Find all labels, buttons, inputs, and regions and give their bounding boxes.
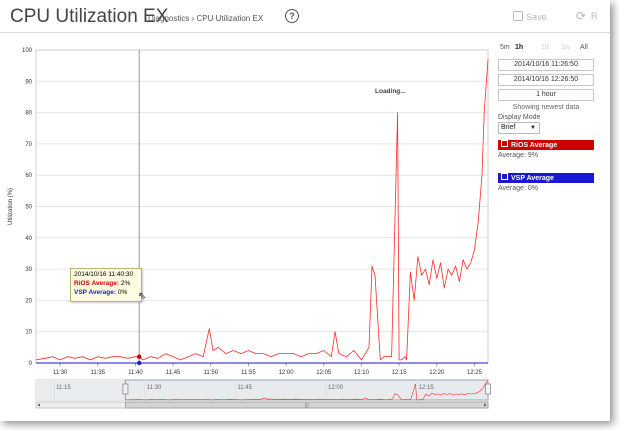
navigator-handle — [122, 383, 129, 395]
data-tooltip: 2014/10/16 11:40:30 RiOS Average: 2% VSP… — [70, 268, 142, 302]
range-5m[interactable]: 5m — [500, 44, 510, 51]
x-tick-label: 11:30 — [53, 370, 68, 376]
series-line-rios — [35, 59, 489, 361]
floppy-disk-icon — [513, 11, 523, 21]
y-tick-label: 0 — [29, 361, 33, 367]
cpu-chart[interactable]: 0 10 20 30 40 50 60 70 80 90 100 Utilization (%) 11:… — [0, 33, 492, 421]
save-button[interactable]: Save — [513, 11, 547, 22]
rios-average: Average: 9% — [498, 152, 538, 159]
x-tick-label: 11:40 — [128, 370, 143, 376]
x-tick-label: 12:05 — [316, 370, 332, 376]
x-tick-label: 11:50 — [203, 370, 218, 376]
tooltip-vsp-value: 0% — [117, 289, 128, 296]
save-label: Save — [526, 12, 547, 22]
refresh-icon[interactable]: ⟳ — [576, 9, 586, 23]
x-tick-label: 11:35 — [90, 370, 105, 376]
x-tick-label: 12:00 — [279, 370, 295, 376]
tooltip-rios-value: 2% — [120, 280, 131, 287]
loading-indicator: Loading... — [375, 88, 406, 95]
page-header: CPU Utilization EX Diagnostics › CPU Uti… — [0, 0, 610, 33]
navigator-handle — [485, 383, 491, 395]
mouse-pointer-icon: ⇖ — [138, 291, 147, 302]
y-tick-label: 60 — [25, 173, 32, 179]
checkbox-icon — [501, 173, 508, 180]
range-1h[interactable]: 1h — [515, 44, 523, 51]
duration-field[interactable]: 1 hour — [498, 89, 594, 101]
page-title: CPU Utilization EX — [10, 6, 169, 27]
x-tick-label: 12:20 — [429, 370, 445, 376]
data-note: Showing newest data — [512, 104, 580, 111]
display-mode-label: Display Mode — [498, 114, 541, 121]
navigator-tick-label: 11:15 — [56, 385, 71, 391]
y-tick-label: 100 — [22, 48, 33, 54]
y-tick-label: 10 — [25, 330, 32, 336]
y-tick-label: 40 — [25, 236, 32, 242]
legend-rios-label: RiOS Average — [511, 142, 558, 149]
x-tick-label: 11:55 — [241, 370, 256, 376]
marker-vsp — [137, 360, 142, 366]
y-axis-label: Utilization (%) — [8, 188, 14, 225]
navigator-tick-label: 12:15 — [419, 385, 435, 391]
y-tick-label: 70 — [25, 142, 32, 148]
y-tick-label: 80 — [25, 111, 32, 117]
navigator-outside-mask — [36, 380, 126, 400]
marker-rios — [137, 354, 142, 359]
scrollbar-grip: ||| — [305, 403, 309, 409]
refresh-label: R — [591, 11, 598, 21]
navigator-tick-label: 11:30 — [147, 385, 162, 391]
checkbox-icon — [501, 140, 508, 147]
legend-vsp[interactable]: VSP Average — [498, 173, 594, 183]
chevron-down-icon: ▼ — [530, 125, 536, 131]
start-time-field[interactable]: 2014/10/16 11:26:50 — [498, 59, 594, 71]
range-1w[interactable]: 1w — [561, 44, 570, 51]
app-window: CPU Utilization EX Diagnostics › CPU Uti… — [0, 0, 610, 421]
x-tick-label: 12:25 — [467, 370, 483, 376]
range-all[interactable]: All — [580, 44, 588, 51]
breadcrumb[interactable]: Diagnostics › CPU Utilization EX — [148, 14, 263, 23]
legend-vsp-label: VSP Average — [511, 175, 554, 182]
navigator-tick-label: 12:00 — [328, 385, 344, 391]
sidebar: 5m 1h 1d 1w All 2014/10/16 11:26:50 2014… — [498, 44, 594, 192]
x-tick-label: 11:45 — [166, 370, 181, 376]
range-1d[interactable]: 1d — [541, 44, 549, 51]
tooltip-rios-label: RiOS Average: — [74, 280, 120, 287]
y-tick-label: 20 — [25, 298, 32, 304]
tooltip-time: 2014/10/16 11:40:30 — [74, 271, 134, 278]
x-tick-label: 12:10 — [354, 370, 370, 376]
end-time-field[interactable]: 2014/10/16 12:26:50 — [498, 74, 594, 86]
vsp-average: Average: 0% — [498, 185, 538, 192]
legend-rios[interactable]: RiOS Average — [498, 140, 594, 150]
help-icon[interactable]: ? — [285, 9, 299, 23]
x-tick-label: 12:15 — [392, 370, 408, 376]
y-tick-label: 30 — [25, 267, 32, 273]
display-mode-value: Brief — [501, 124, 516, 131]
display-mode-select[interactable]: Brief ▼ — [498, 122, 540, 134]
y-tick-label: 50 — [25, 205, 32, 211]
y-tick-label: 90 — [25, 79, 32, 85]
tooltip-vsp-label: VSP Average: — [74, 289, 117, 296]
range-selector: 5m 1h 1d 1w All — [498, 44, 594, 56]
chart-svg: 0 10 20 30 40 50 60 70 80 90 100 Utilization (%) 11:… — [8, 48, 491, 409]
navigator-tick-label: 11:45 — [237, 385, 252, 391]
